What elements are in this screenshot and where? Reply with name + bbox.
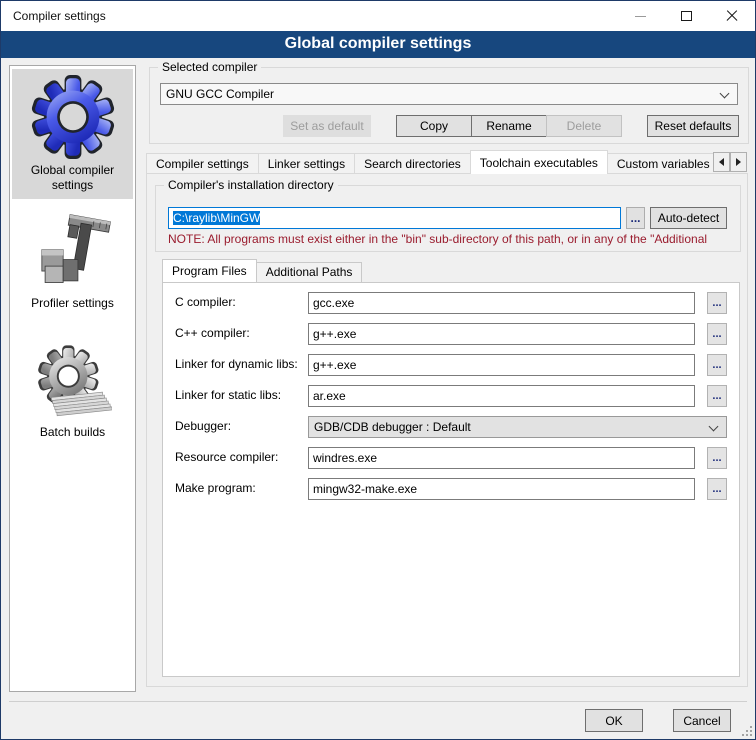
sidebar-item-label: Global compiler settings [12,163,133,193]
field-label: C++ compiler: [175,326,250,340]
tab-scroll-left-button[interactable] [713,152,730,172]
resource-compiler-browse-button[interactable]: ... [707,447,727,469]
installation-directory-group: Compiler's installation directory C:\ray… [155,185,741,252]
minimize-icon [635,16,646,17]
resize-grip[interactable] [740,724,753,737]
tab-scroll-right-button[interactable] [730,152,747,172]
close-button[interactable] [709,1,755,31]
blue-gear-icon [29,73,117,161]
maximize-icon [681,11,692,21]
c-compiler-input[interactable] [308,292,695,314]
chevron-down-icon [709,422,719,432]
window-title: Compiler settings [13,9,106,23]
cancel-button[interactable]: Cancel [673,709,731,732]
tab-custom-variables[interactable]: Custom variables [607,153,713,174]
field-label: C compiler: [175,295,236,309]
field-label: Linker for dynamic libs: [175,357,298,371]
close-icon [726,10,738,22]
compiler-settings-dialog: Compiler settings Global compiler settin… [0,0,756,740]
sidebar-item-batch-builds[interactable]: Batch builds [12,341,133,446]
field-label: Debugger: [175,419,231,433]
cpp-compiler-input[interactable] [308,323,695,345]
gray-gear-stack-icon [34,345,112,423]
note-text: NOTE: All programs must exist either in … [168,232,737,246]
maximize-button[interactable] [663,1,709,31]
tab-toolchain-executables[interactable]: Toolchain executables [470,150,608,174]
static-linker-browse-button[interactable]: ... [707,385,727,407]
field-label: Resource compiler: [175,450,278,464]
cpp-compiler-browse-button[interactable]: ... [707,323,727,345]
ok-button[interactable]: OK [585,709,643,732]
title-bar[interactable]: Compiler settings [1,1,755,31]
field-label: Linker for static libs: [175,388,281,402]
arrow-right-icon [736,158,745,166]
dynamic-linker-input[interactable] [308,354,695,376]
settings-sidebar: Global compiler settings Profiler setti [9,65,136,692]
caliper-icon [32,212,114,294]
rename-button[interactable]: Rename [471,115,547,137]
chevron-down-icon [720,89,730,99]
field-row-static-linker: Linker for static libs: ... [163,385,739,407]
debugger-select[interactable]: GDB/CDB debugger : Default [308,416,727,438]
field-row-debugger: Debugger: GDB/CDB debugger : Default [163,416,739,438]
arrow-left-icon [715,158,724,166]
field-row-cpp-compiler: C++ compiler: ... [163,323,739,345]
static-linker-input[interactable] [308,385,695,407]
field-row-resource-compiler: Resource compiler: ... [163,447,739,469]
sidebar-item-global-compiler-settings[interactable]: Global compiler settings [12,69,133,199]
tab-additional-paths[interactable]: Additional Paths [256,262,363,282]
tab-program-files[interactable]: Program Files [162,259,257,282]
dynamic-linker-browse-button[interactable]: ... [707,354,727,376]
toolchain-executables-panel: Compiler's installation directory C:\ray… [146,173,748,687]
page-title: Global compiler settings [1,31,755,58]
programs-notebook-tabbar: Program Files Additional Paths [162,259,361,282]
reset-defaults-button[interactable]: Reset defaults [647,115,739,137]
minimize-button[interactable] [617,1,663,31]
group-label: Compiler's installation directory [164,178,338,192]
make-program-browse-button[interactable]: ... [707,478,727,500]
selected-compiler-group: Selected compiler GNU GCC Compiler Set a… [149,67,749,144]
settings-tabbar: Compiler settings Linker settings Search… [146,150,713,174]
tab-linker-settings[interactable]: Linker settings [258,153,355,174]
compiler-select[interactable]: GNU GCC Compiler [160,83,738,105]
make-program-input[interactable] [308,478,695,500]
copy-button[interactable]: Copy [396,115,472,137]
field-label: Make program: [175,481,256,495]
c-compiler-browse-button[interactable]: ... [707,292,727,314]
selected-text: C:\raylib\MinGW [173,211,260,225]
debugger-select-value: GDB/CDB debugger : Default [314,420,471,434]
compiler-select-value: GNU GCC Compiler [166,87,274,101]
field-row-dynamic-linker: Linker for dynamic libs: ... [163,354,739,376]
installation-directory-input[interactable]: C:\raylib\MinGW [168,207,621,229]
sidebar-item-label: Batch builds [40,425,105,440]
sidebar-item-label: Profiler settings [31,296,114,311]
group-label: Selected compiler [158,60,261,74]
field-row-make-program: Make program: ... [163,478,739,500]
sidebar-item-profiler-settings[interactable]: Profiler settings [12,208,133,317]
program-files-page: C compiler: ... C++ compiler: ... Linker… [162,282,740,677]
window-controls [617,1,755,31]
footer-divider [9,701,747,702]
resource-compiler-input[interactable] [308,447,695,469]
tab-compiler-settings[interactable]: Compiler settings [146,153,259,174]
tab-search-directories[interactable]: Search directories [354,153,471,174]
field-row-c-compiler: C compiler: ... [163,292,739,314]
set-as-default-button[interactable]: Set as default [283,115,371,137]
browse-directory-button[interactable]: ... [626,207,645,229]
auto-detect-button[interactable]: Auto-detect [650,207,727,229]
delete-button[interactable]: Delete [546,115,622,137]
